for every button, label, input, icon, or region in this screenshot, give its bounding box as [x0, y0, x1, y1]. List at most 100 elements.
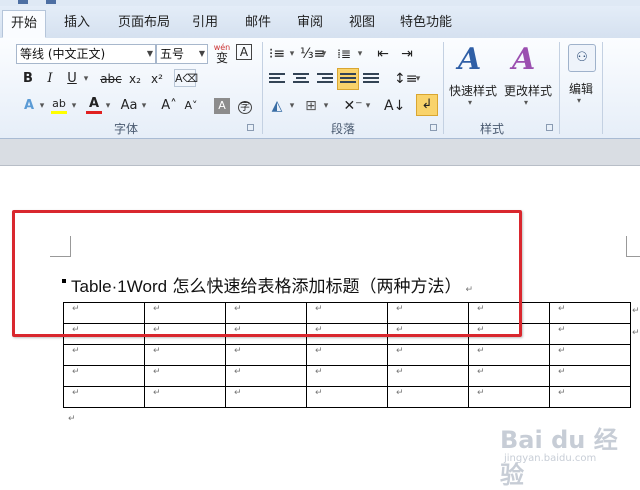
- quick-styles-button[interactable]: A 快速样式 ▾: [448, 40, 498, 118]
- table-cell[interactable]: ↵: [387, 386, 469, 408]
- font-color-dropdown-icon[interactable]: ▾: [104, 96, 112, 116]
- font-dialog-launcher-icon[interactable]: [247, 124, 254, 131]
- table-cell[interactable]: ↵: [225, 344, 307, 366]
- tab-special-features[interactable]: 特色功能: [400, 12, 452, 34]
- cell-mark: ↵: [315, 346, 323, 356]
- clear-formatting-button[interactable]: A⌫: [174, 69, 198, 87]
- bold-button[interactable]: B: [20, 69, 36, 89]
- tab-mailings[interactable]: 邮件: [245, 12, 271, 34]
- chevron-down-icon: ▾: [468, 98, 473, 107]
- text-effects-button[interactable]: A: [20, 96, 38, 116]
- tab-view[interactable]: 视图: [349, 12, 375, 34]
- underline-button[interactable]: U: [64, 69, 80, 89]
- table-cell[interactable]: ↵: [63, 344, 145, 366]
- change-case-button[interactable]: Aa: [118, 96, 140, 116]
- font-color-button[interactable]: A: [86, 94, 102, 114]
- table-cell[interactable]: ↵: [549, 386, 631, 408]
- line-spacing-dropdown-icon[interactable]: ▾: [414, 69, 422, 89]
- font-size-value: 五号: [160, 47, 185, 61]
- change-case-dropdown-icon[interactable]: ▾: [140, 96, 148, 116]
- table-cell[interactable]: ↵: [549, 344, 631, 366]
- table-cell[interactable]: ↵: [306, 365, 388, 387]
- table-cell[interactable]: ↵: [144, 386, 226, 408]
- borders-dropdown-icon[interactable]: ▾: [322, 96, 330, 116]
- character-border-button[interactable]: A: [236, 44, 252, 60]
- table-cell[interactable]: ↵: [144, 344, 226, 366]
- save-icon[interactable]: [18, 0, 28, 4]
- table-cell[interactable]: ↵: [468, 365, 550, 387]
- show-marks-button[interactable]: ↲: [416, 94, 438, 116]
- increase-indent-button[interactable]: ⇥: [398, 44, 416, 64]
- tab-review[interactable]: 审阅: [297, 12, 323, 34]
- font-color-icon: A: [88, 96, 100, 111]
- line-spacing-button[interactable]: ↕≡: [394, 69, 417, 89]
- ribbon-tabs: 开始 插入 页面布局 引用 邮件 审阅 视图 特色功能: [0, 6, 640, 39]
- table-cell[interactable]: ↵: [63, 386, 145, 408]
- editing-button[interactable]: ⚇ 编辑 ▾: [564, 40, 598, 118]
- tab-home[interactable]: 开始: [2, 10, 46, 38]
- highlight-button[interactable]: ab: [50, 94, 68, 114]
- chinese-layout-button[interactable]: ✕⁻: [342, 96, 364, 116]
- numbering-dropdown-icon[interactable]: ▾: [320, 44, 328, 64]
- multilevel-list-button[interactable]: ⁞≣: [334, 44, 354, 64]
- align-left-button[interactable]: [268, 69, 286, 89]
- multilevel-list-dropdown-icon[interactable]: ▾: [356, 44, 364, 64]
- tab-insert[interactable]: 插入: [64, 12, 90, 34]
- subscript-button[interactable]: x₂: [126, 69, 144, 89]
- watermark-url: jingyan.baidu.com: [504, 453, 597, 464]
- character-shading-button[interactable]: A: [214, 98, 230, 114]
- bullets-button[interactable]: ⁝≡: [268, 44, 286, 64]
- table-cell[interactable]: ↵: [225, 365, 307, 387]
- table-cell[interactable]: ↵: [306, 344, 388, 366]
- table-cell[interactable]: ↵: [225, 386, 307, 408]
- shrink-font-button[interactable]: A˅: [182, 96, 200, 116]
- group-separator: [443, 42, 444, 134]
- highlight-dropdown-icon[interactable]: ▾: [70, 96, 78, 116]
- table-cell[interactable]: ↵: [549, 365, 631, 387]
- group-separator: [602, 42, 603, 134]
- table-cell[interactable]: ↵: [306, 386, 388, 408]
- numbering-button[interactable]: ⅓≡: [300, 44, 325, 64]
- bullets-dropdown-icon[interactable]: ▾: [288, 44, 296, 64]
- superscript-button[interactable]: x²: [148, 69, 166, 89]
- sort-button[interactable]: A↓: [384, 96, 405, 116]
- justify-button[interactable]: [337, 68, 359, 90]
- phonetic-guide-button[interactable]: wén 变: [213, 42, 231, 66]
- styles-dialog-launcher-icon[interactable]: [546, 124, 553, 131]
- table-cell[interactable]: ↵: [549, 302, 631, 324]
- table-cell[interactable]: ↵: [387, 344, 469, 366]
- italic-button[interactable]: I: [42, 69, 58, 89]
- text-effects-icon: A: [23, 98, 35, 113]
- text-effects-dropdown-icon[interactable]: ▾: [38, 96, 46, 116]
- distributed-button[interactable]: [362, 69, 380, 89]
- multilevel-list-icon: ⁞≣: [337, 47, 351, 61]
- align-right-button[interactable]: [316, 69, 334, 89]
- table-cell[interactable]: ↵: [63, 365, 145, 387]
- chinese-layout-dropdown-icon[interactable]: ▾: [364, 96, 372, 116]
- undo-icon[interactable]: [46, 0, 56, 4]
- shading-dropdown-icon[interactable]: ▾: [288, 96, 296, 116]
- align-left-icon: [269, 73, 285, 85]
- tab-references[interactable]: 引用: [192, 12, 218, 34]
- table-cell[interactable]: ↵: [549, 323, 631, 345]
- tab-page-layout[interactable]: 页面布局: [118, 12, 170, 34]
- decrease-indent-button[interactable]: ⇤: [374, 44, 392, 64]
- underline-dropdown-icon[interactable]: ▾: [82, 69, 90, 89]
- font-size-combo[interactable]: 五号 ▼: [156, 44, 208, 64]
- grow-font-button[interactable]: A˄: [160, 96, 178, 116]
- table-cell[interactable]: ↵: [468, 344, 550, 366]
- cell-mark: ↵: [315, 388, 323, 398]
- strikethrough-button[interactable]: abc: [98, 69, 124, 89]
- table-cell[interactable]: ↵: [468, 386, 550, 408]
- change-styles-button[interactable]: A 更改样式 ▾: [502, 40, 554, 118]
- table-cell[interactable]: ↵: [387, 365, 469, 387]
- cell-mark: ↵: [396, 388, 404, 398]
- enclose-characters-button[interactable]: 字: [236, 96, 254, 116]
- paragraph-dialog-launcher-icon[interactable]: [430, 124, 437, 131]
- align-center-button[interactable]: [292, 69, 310, 89]
- font-name-combo[interactable]: 等线 (中文正文) ▼: [16, 44, 156, 64]
- borders-button[interactable]: ⊞: [302, 96, 320, 116]
- chinese-layout-icon: ✕⁻: [343, 98, 363, 114]
- table-cell[interactable]: ↵: [144, 365, 226, 387]
- shading-button[interactable]: ◭: [268, 96, 286, 116]
